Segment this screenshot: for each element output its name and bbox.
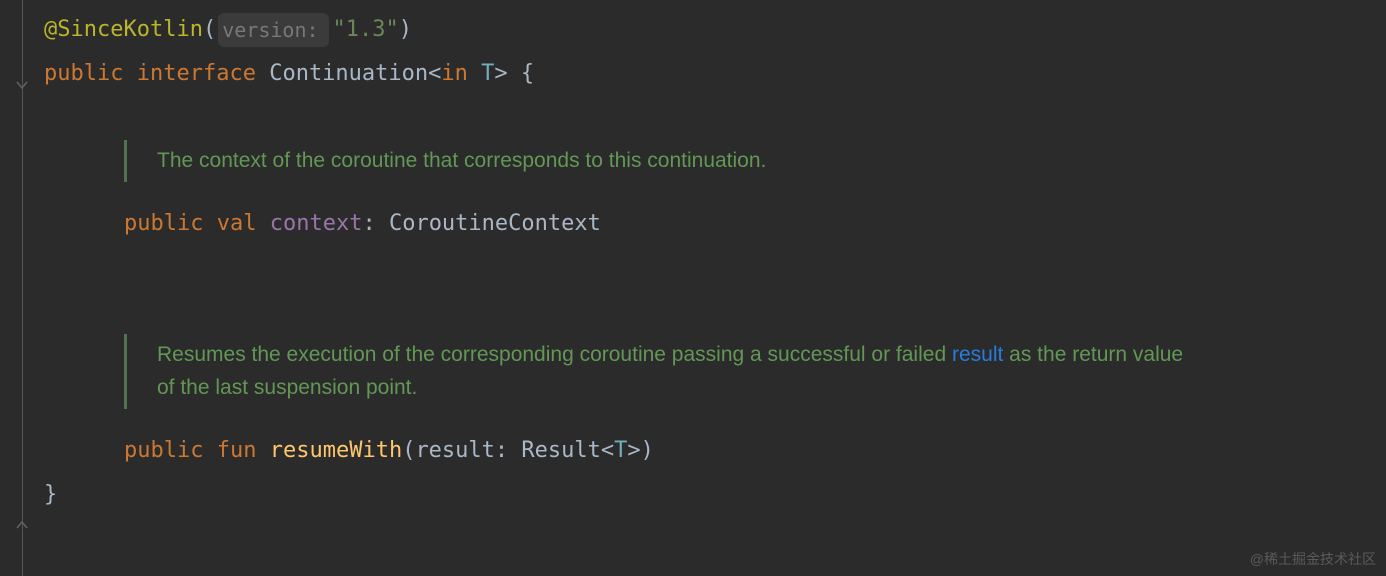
fold-marker-close[interactable] <box>13 516 31 534</box>
keyword-val: val <box>217 206 257 241</box>
doc-text-pre: Resumes the execution of the correspondi… <box>157 343 952 366</box>
code-line: @SinceKotlin(version:"1.3") <box>38 8 1386 52</box>
keyword-public: public <box>44 56 123 91</box>
string-literal: "1.3" <box>333 12 399 47</box>
doc-text: The context of the coroutine that corres… <box>157 140 1204 182</box>
code-line: } <box>38 473 1386 517</box>
code-area[interactable]: @SinceKotlin(version:"1.3") public inter… <box>38 0 1386 517</box>
keyword-public: public <box>124 206 203 241</box>
doc-block: The context of the coroutine that corres… <box>124 140 1204 182</box>
doc-block: Resumes the execution of the correspondi… <box>124 334 1204 409</box>
type-ref: CoroutineContext <box>389 206 601 241</box>
type-param: T <box>481 56 494 91</box>
paren-open: ( <box>203 12 216 47</box>
code-line: public val context: CoroutineContext <box>38 202 1386 246</box>
angle-close: > <box>494 56 507 91</box>
type-name: Continuation <box>269 56 428 91</box>
blank-line <box>38 409 1386 429</box>
code-line: public fun resumeWith(result: Result<T>) <box>38 429 1386 473</box>
blank-line <box>38 96 1386 140</box>
colon: : <box>495 433 522 468</box>
paren-close: ) <box>399 12 412 47</box>
param-name: result <box>415 433 494 468</box>
doc-link: result <box>952 343 1003 366</box>
gutter <box>0 0 38 576</box>
doc-text: Resumes the execution of the correspondi… <box>157 334 1204 409</box>
param-type: Result <box>521 433 600 468</box>
blank-line <box>38 182 1386 202</box>
brace-close: } <box>44 477 57 512</box>
fold-marker-open[interactable] <box>13 76 31 94</box>
param-hint: version: <box>218 13 328 47</box>
code-line: public interface Continuation<in T> { <box>38 52 1386 96</box>
angle-close: > <box>627 433 640 468</box>
colon: : <box>362 206 389 241</box>
blank-line <box>38 290 1386 334</box>
angle-open: < <box>601 433 614 468</box>
watermark: @稀土掘金技术社区 <box>1250 548 1376 570</box>
keyword-public: public <box>124 433 203 468</box>
paren-open: ( <box>402 433 415 468</box>
blank-line <box>38 246 1386 290</box>
paren-close: ) <box>641 433 654 468</box>
annotation: @SinceKotlin <box>44 12 203 47</box>
property-name: context <box>270 206 363 241</box>
angle-open: < <box>428 56 441 91</box>
keyword-fun: fun <box>217 433 257 468</box>
type-arg: T <box>614 433 627 468</box>
keyword-interface: interface <box>137 56 256 91</box>
function-name: resumeWith <box>270 433 402 468</box>
brace-open: { <box>521 56 534 91</box>
keyword-in: in <box>441 56 468 91</box>
